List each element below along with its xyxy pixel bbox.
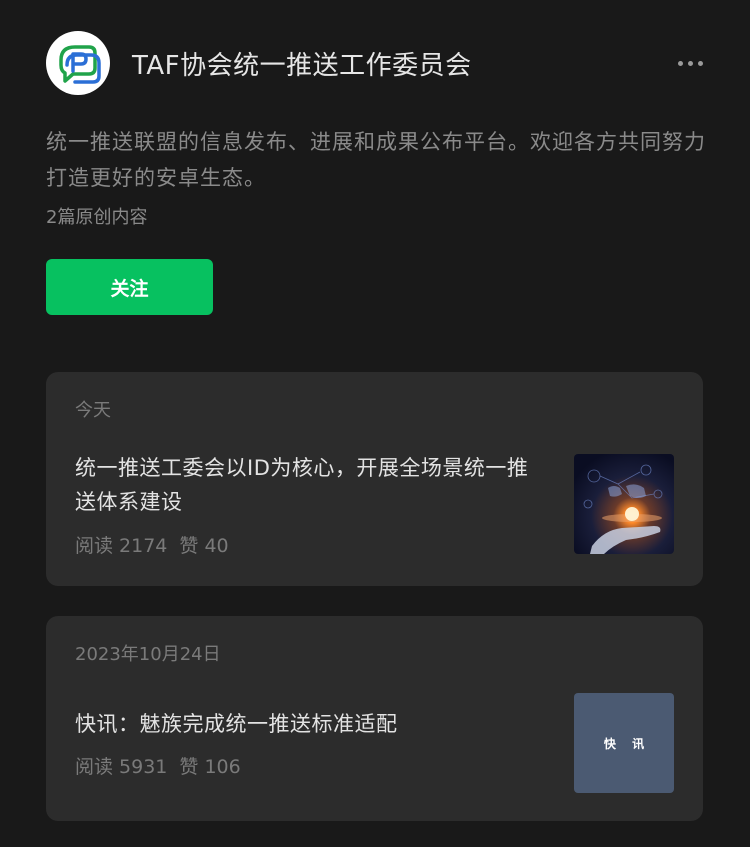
original-content-count[interactable]: 2篇原创内容: [46, 203, 147, 229]
follow-button[interactable]: 关注: [46, 259, 213, 315]
like-count: 赞 40: [179, 535, 229, 557]
like-count: 赞 106: [179, 756, 241, 778]
article-card[interactable]: 2023年10月24日 快讯：魅族完成统一推送标准适配 阅读 5931 赞 10…: [46, 616, 703, 821]
article-stats: 阅读 2174 赞 40: [75, 531, 229, 558]
more-dot-icon: [677, 60, 683, 66]
account-profile-page: TAF协会统一推送工作委员会 统一推送联盟的信息发布、进展和成果公布平台。欢迎各…: [0, 0, 750, 847]
article-date: 今天: [75, 400, 111, 421]
account-description: 统一推送联盟的信息发布、进展和成果公布平台。欢迎各方共同努力打造更好的安卓生态。: [46, 130, 706, 190]
account-avatar[interactable]: [46, 31, 110, 95]
account-header: TAF协会统一推送工作委员会: [46, 30, 704, 96]
article-thumbnail[interactable]: 快 讯: [574, 693, 674, 793]
article-card[interactable]: 今天 统一推送工委会以ID为核心，开展全场景统一推送体系建设 阅读 2174 赞…: [46, 372, 703, 586]
thumbnail-label: 快 讯: [603, 736, 651, 751]
read-count: 阅读 2174: [75, 535, 168, 557]
more-dot-icon: [697, 60, 703, 66]
article-stats: 阅读 5931 赞 106: [75, 752, 241, 779]
article-thumbnail[interactable]: [574, 454, 674, 554]
chat-p-logo-icon: [59, 45, 101, 84]
more-options-button[interactable]: [670, 48, 710, 78]
article-title[interactable]: 统一推送工委会以ID为核心，开展全场景统一推送体系建设: [75, 451, 545, 519]
article-title[interactable]: 快讯：魅族完成统一推送标准适配: [75, 707, 545, 741]
tech-hand-globe-icon: [583, 464, 663, 554]
article-date: 2023年10月24日: [75, 644, 221, 665]
more-dot-icon: [687, 60, 693, 66]
account-name: TAF协会统一推送工作委员会: [132, 50, 472, 81]
read-count: 阅读 5931: [75, 756, 168, 778]
